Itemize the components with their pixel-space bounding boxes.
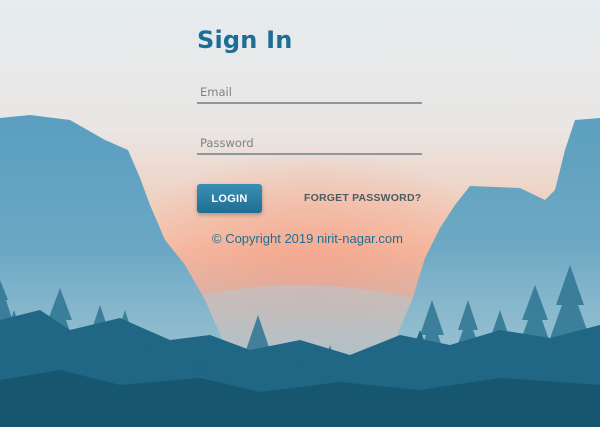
email-field[interactable]	[197, 82, 422, 104]
page-title: Sign In	[197, 26, 293, 54]
password-field[interactable]	[197, 133, 422, 155]
forget-password-link[interactable]: FORGET PASSWORD?	[304, 192, 421, 204]
login-button[interactable]: LOGIN	[197, 184, 262, 213]
copyright-text: © Copyright 2019 nirit-nagar.com	[212, 231, 403, 246]
password-field-container	[197, 132, 422, 156]
email-field-container	[197, 81, 422, 105]
sign-in-form: Sign In LOGIN FORGET PASSWORD? © Copyrig…	[0, 0, 600, 427]
